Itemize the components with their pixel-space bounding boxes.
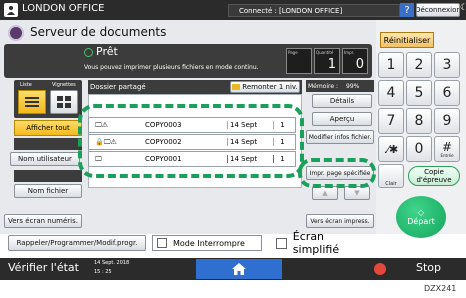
up-level-label: Remonter 1 niv. [242, 83, 298, 91]
thumbnail-view-button[interactable] [50, 90, 78, 114]
user-name-button[interactable]: Nom utilisateur [10, 152, 80, 166]
key-dot-star[interactable]: .⁄✱ [378, 136, 404, 162]
key-9[interactable]: 9 [434, 108, 460, 134]
enter-label: Entrée [440, 152, 454, 158]
to-scan-screen-button[interactable]: Vers écran numéris. [4, 214, 82, 228]
home-icon [232, 263, 246, 275]
reset-button[interactable]: Réinitialiser [380, 32, 434, 48]
top-bar: LONDON OFFICE Connecté : [LONDON OFFICE]… [0, 0, 466, 20]
sample-copy-label: Copie d'épreuve [416, 168, 452, 184]
show-all-button[interactable]: Afficher tout [14, 120, 82, 136]
interrupt-label: Mode Interrompre [173, 238, 245, 248]
view-list-label: Liste [20, 82, 32, 88]
list-view-button[interactable] [18, 90, 46, 114]
app-header: Serveur de documents [6, 23, 376, 43]
stop-button[interactable]: Stop [416, 261, 441, 274]
simplified-screen-toggle[interactable]: Écran simplifié [276, 230, 372, 256]
check-status-button[interactable]: Vérifier l'état [8, 261, 79, 274]
recall-program-button[interactable]: Rappeler/Programmer/Modif.progr. [8, 235, 146, 251]
start-label: Départ [407, 217, 435, 226]
folder-up-icon [232, 84, 241, 90]
quantity-counter-label: Quantité [316, 50, 334, 55]
view-toggle-panel: Liste Vignettes [14, 80, 82, 118]
start-button[interactable]: ◇ Départ [396, 196, 446, 238]
status-panel: Prêt Vous pouvez imprimer plusieurs fich… [4, 44, 372, 78]
hash-label: # [441, 139, 453, 154]
print-counter-label: Impr. [344, 50, 355, 55]
logout-button[interactable]: Déconnexion [416, 3, 460, 17]
to-print-screen-button[interactable]: Vers écran impress. [306, 214, 374, 228]
folder-name: Dossier partagé [90, 83, 146, 91]
modify-file-info-button[interactable]: Modifier infos fichier. [306, 130, 374, 144]
key-0[interactable]: 0 [406, 136, 432, 162]
folder-bar: Dossier partagé Remonter 1 niv. [88, 80, 302, 94]
key-7[interactable]: 7 [378, 108, 404, 134]
key-5[interactable]: 5 [406, 80, 432, 106]
filter-panel-bottom [14, 170, 82, 182]
memory-label: Mémoire : [308, 82, 339, 90]
interrupt-checkbox[interactable] [157, 238, 167, 248]
preview-button[interactable]: Aperçu [312, 112, 372, 126]
key-2[interactable]: 2 [406, 52, 432, 78]
scroll-up-button[interactable]: ▲ [312, 186, 338, 200]
user-icon [4, 3, 18, 17]
grid-icon [57, 96, 71, 108]
print-counter-value: 0 [355, 57, 364, 72]
list-icon [25, 97, 39, 107]
simplified-label: Écran simplifié [292, 230, 340, 256]
memory-bar: Mémoire : 99% [306, 80, 374, 92]
sample-copy-button[interactable]: Copie d'épreuve [408, 166, 460, 186]
device-name: LONDON OFFICE [22, 3, 105, 14]
app-title: Serveur de documents [30, 25, 167, 39]
status-text: Prêt [96, 45, 118, 58]
stop-icon [374, 263, 386, 275]
connection-text: Connecté : [LONDON OFFICE] [239, 6, 343, 15]
key-4[interactable]: 4 [378, 80, 404, 106]
key-8[interactable]: 8 [406, 108, 432, 134]
bottom-bar: Vérifier l'état 14 Sept. 2018 15 : 25 St… [0, 258, 466, 280]
highlight-file-list [78, 104, 304, 178]
start-icon: ◇ [417, 208, 425, 217]
highlight-print-page [298, 158, 376, 188]
figure-caption: DZX241 [424, 284, 457, 293]
key-hash-enter[interactable]: # Entrée [434, 136, 460, 162]
file-name-button[interactable]: Nom fichier [14, 184, 82, 198]
clear-label: Clair [385, 181, 397, 187]
status-circle-icon [84, 48, 93, 57]
filter-panel-top [14, 138, 82, 150]
connection-status: Connecté : [LONDON OFFICE] [228, 4, 400, 17]
help-button[interactable]: ? [400, 3, 414, 17]
energy-saver-button[interactable]: ☾ [460, 3, 466, 17]
document-server-icon [8, 25, 24, 41]
simplified-checkbox[interactable] [276, 237, 287, 249]
home-button[interactable] [196, 259, 282, 279]
memory-value: 99% [346, 82, 360, 90]
quantity-counter-value: 1 [327, 57, 336, 72]
quantity-counter: Quantité 1 [314, 48, 340, 74]
key-1[interactable]: 1 [378, 52, 404, 78]
date-text: 14 Sept. 2018 [94, 260, 130, 266]
time-text: 15 : 25 [94, 269, 112, 275]
key-3[interactable]: 3 [434, 52, 460, 78]
key-6[interactable]: 6 [434, 80, 460, 106]
up-level-button[interactable]: Remonter 1 niv. [230, 81, 300, 93]
print-counter: Impr. 0 [342, 48, 368, 74]
page-counter: Page [286, 48, 312, 74]
interrupt-mode-toggle[interactable]: Mode Interrompre [152, 235, 262, 251]
view-thumb-label: Vignettes [52, 82, 76, 88]
scroll-down-button[interactable]: ▼ [344, 186, 370, 200]
clear-button[interactable]: Clair [378, 164, 404, 188]
details-button[interactable]: Détails [312, 94, 372, 108]
status-subtext: Vous pouvez imprimer plusieurs fichiers … [84, 64, 259, 71]
page-counter-label: Page [288, 50, 298, 55]
